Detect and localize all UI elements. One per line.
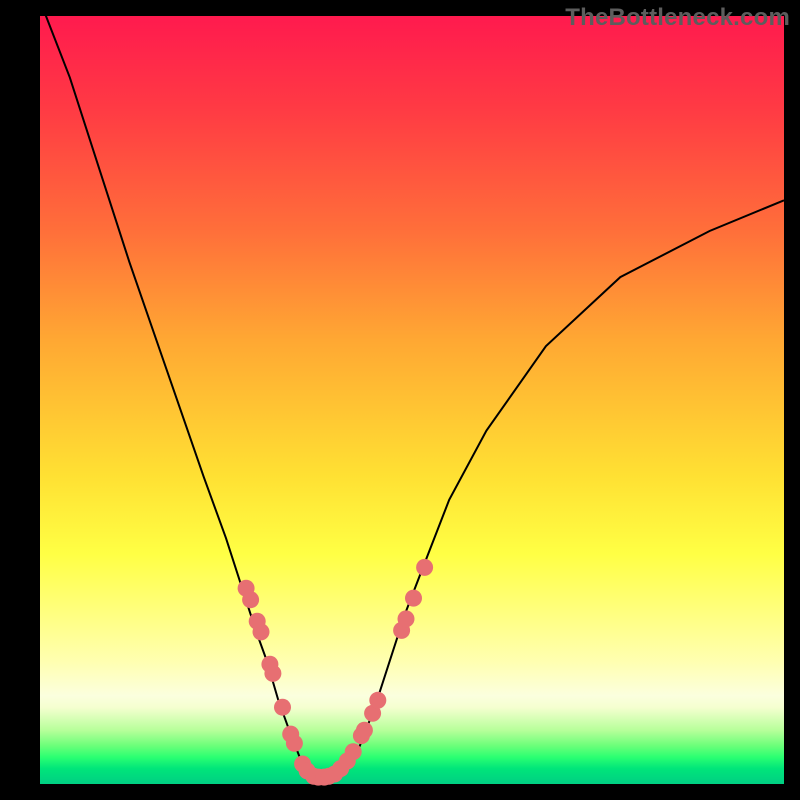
chart-svg xyxy=(40,16,784,784)
v-curve-path xyxy=(40,1,784,778)
plot-area xyxy=(40,16,784,784)
bottleneck-curve xyxy=(40,1,784,778)
data-point xyxy=(264,665,281,682)
data-point xyxy=(405,590,422,607)
data-point xyxy=(274,699,291,716)
data-point xyxy=(253,623,270,640)
data-point xyxy=(345,743,362,760)
data-point xyxy=(369,692,386,709)
watermark-text: TheBottleneck.com xyxy=(565,4,790,32)
data-point xyxy=(356,722,373,739)
data-point xyxy=(416,559,433,576)
data-markers xyxy=(238,559,434,786)
data-point xyxy=(398,610,415,627)
data-point xyxy=(242,591,259,608)
data-point xyxy=(286,735,303,752)
